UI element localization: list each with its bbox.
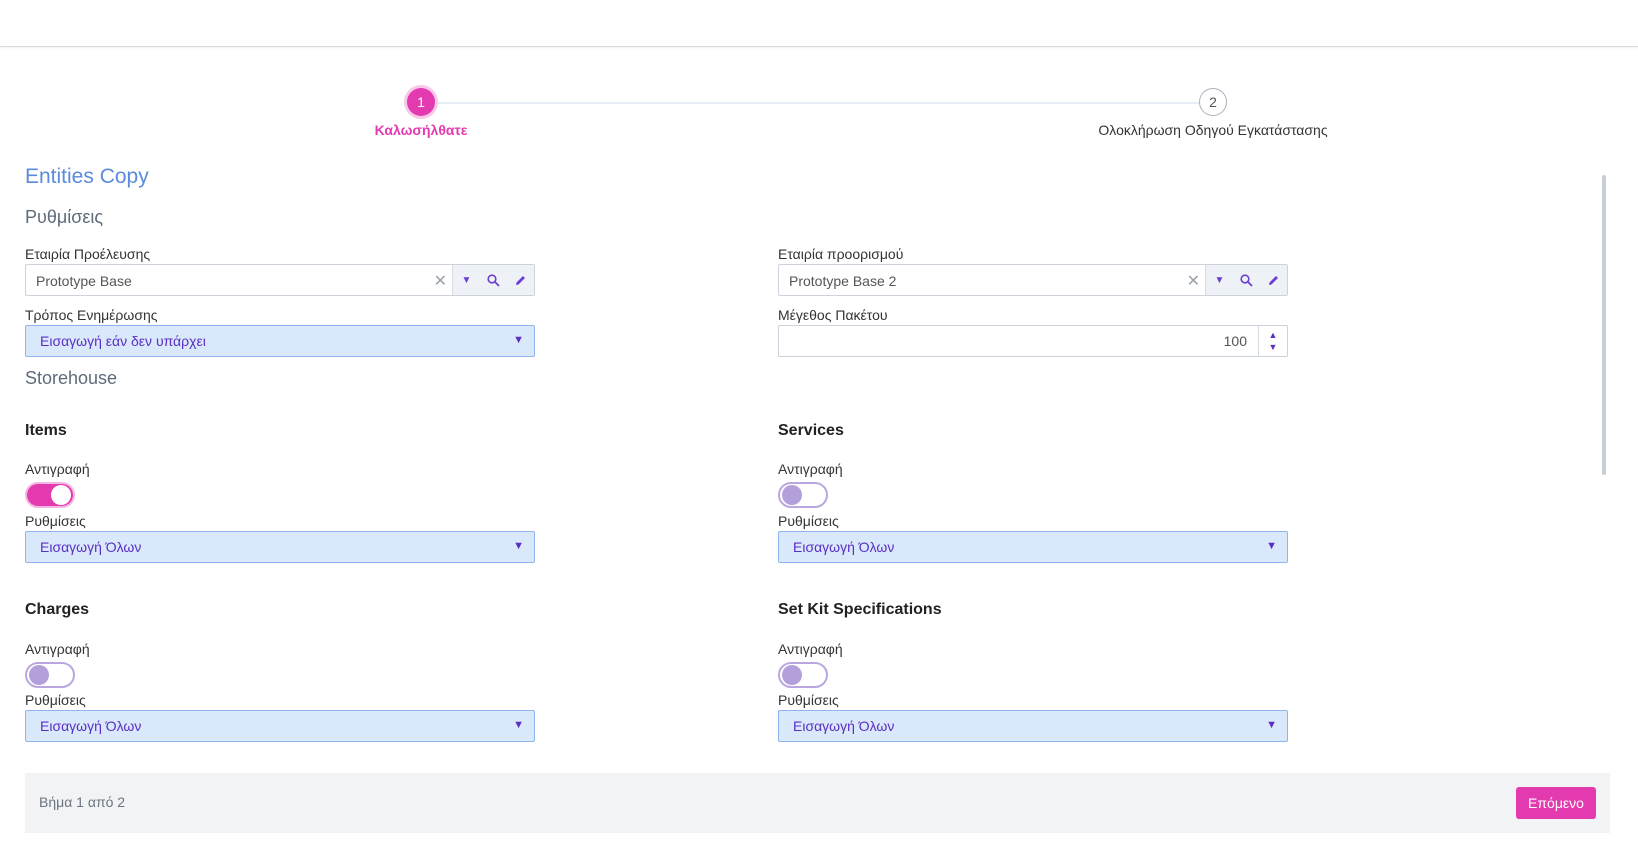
- chevron-down-icon: ▼: [513, 540, 524, 552]
- target-company-label: Εταιρία προορισμού: [778, 246, 904, 262]
- target-company-lookup[interactable]: Prototype Base 2 ✕ ▼: [778, 264, 1288, 296]
- services-copy-toggle[interactable]: [778, 482, 828, 508]
- services-settings-value: Εισαγωγή Όλων: [793, 539, 895, 555]
- set-kit-settings-select[interactable]: Εισαγωγή Όλων ▼: [778, 710, 1288, 742]
- step-1-number: 1: [407, 88, 435, 116]
- toggle-knob: [51, 485, 71, 505]
- charges-settings-value: Εισαγωγή Όλων: [40, 718, 142, 734]
- pencil-icon[interactable]: [1260, 265, 1287, 295]
- source-company-lookup[interactable]: Prototype Base ✕ ▼: [25, 264, 535, 296]
- set-kit-copy-label: Αντιγραφή: [778, 641, 843, 657]
- source-company-value: Prototype Base: [36, 273, 132, 289]
- batch-size-label: Μέγεθος Πακέτου: [778, 307, 888, 323]
- step-2-number: 2: [1199, 88, 1227, 116]
- services-copy-label: Αντιγραφή: [778, 461, 843, 477]
- top-bar: [0, 0, 1638, 47]
- dropdown-icon[interactable]: ▼: [453, 265, 480, 295]
- services-settings-label: Ρυθμίσεις: [778, 513, 839, 529]
- page-title: Entities Copy: [25, 165, 149, 188]
- set-kit-settings-value: Εισαγωγή Όλων: [793, 718, 895, 734]
- update-mode-label: Τρόπος Ενημέρωσης: [25, 307, 158, 323]
- wizard-stepper: 1 Καλωσήλθατε 2 Ολοκλήρωση Οδηγού Εγκατά…: [0, 80, 1638, 150]
- set-kit-copy-toggle[interactable]: [778, 662, 828, 688]
- toggle-knob: [782, 485, 802, 505]
- items-copy-label: Αντιγραφή: [25, 461, 90, 477]
- toggle-knob: [29, 665, 49, 685]
- chevron-down-icon: ▼: [513, 334, 524, 346]
- set-kit-settings-label: Ρυθμίσεις: [778, 692, 839, 708]
- update-mode-select[interactable]: Εισαγωγή εάν δεν υπάρχει ▼: [25, 325, 535, 357]
- batch-size-input[interactable]: 100 ▲ ▼: [778, 325, 1288, 357]
- step-2-label: Ολοκλήρωση Οδηγού Εγκατάστασης: [1098, 122, 1328, 138]
- group-title-items: Items: [25, 422, 67, 439]
- settings-section-title: Ρυθμίσεις: [25, 207, 104, 227]
- batch-size-value: 100: [1223, 333, 1247, 349]
- spin-up-icon[interactable]: ▲: [1269, 329, 1278, 341]
- items-settings-value: Εισαγωγή Όλων: [40, 539, 142, 555]
- charges-copy-label: Αντιγραφή: [25, 641, 90, 657]
- target-company-value: Prototype Base 2: [789, 273, 897, 289]
- items-settings-label: Ρυθμίσεις: [25, 513, 86, 529]
- chevron-down-icon: ▼: [513, 719, 524, 731]
- storehouse-section-title: Storehouse: [25, 368, 118, 388]
- update-mode-value: Εισαγωγή εάν δεν υπάρχει: [40, 333, 206, 349]
- chevron-down-icon: ▼: [1266, 540, 1277, 552]
- dropdown-icon[interactable]: ▼: [1206, 265, 1233, 295]
- charges-copy-toggle[interactable]: [25, 662, 75, 688]
- services-settings-select[interactable]: Εισαγωγή Όλων ▼: [778, 531, 1288, 563]
- search-icon[interactable]: [480, 265, 507, 295]
- form-content: Entities Copy Ρυθμίσεις Εταιρία Προέλευσ…: [25, 165, 1610, 770]
- spin-down-icon[interactable]: ▼: [1269, 341, 1278, 353]
- pencil-icon[interactable]: [507, 265, 534, 295]
- step-counter: Βήμα 1 από 2: [39, 794, 126, 810]
- items-settings-select[interactable]: Εισαγωγή Όλων ▼: [25, 531, 535, 563]
- step-2[interactable]: 2 Ολοκλήρωση Οδηγού Εγκατάστασης: [1048, 88, 1378, 138]
- items-copy-toggle[interactable]: [25, 482, 75, 508]
- step-1[interactable]: 1 Καλωσήλθατε: [256, 88, 586, 138]
- wizard-footer: Βήμα 1 από 2 Επόμενο: [25, 773, 1610, 833]
- group-title-charges: Charges: [25, 601, 90, 618]
- batch-size-stepper[interactable]: ▲ ▼: [1258, 326, 1287, 356]
- source-company-label: Εταιρία Προέλευσης: [25, 246, 151, 262]
- next-button[interactable]: Επόμενο: [1516, 787, 1596, 819]
- toggle-knob: [782, 665, 802, 685]
- group-title-services: Services: [778, 422, 844, 439]
- chevron-down-icon: ▼: [1266, 719, 1277, 731]
- charges-settings-select[interactable]: Εισαγωγή Όλων ▼: [25, 710, 535, 742]
- group-title-set-kit: Set Kit Specifications: [778, 601, 942, 618]
- step-1-label: Καλωσήλθατε: [374, 122, 468, 138]
- clear-icon[interactable]: ✕: [1187, 271, 1200, 291]
- search-icon[interactable]: [1233, 265, 1260, 295]
- clear-icon[interactable]: ✕: [434, 271, 447, 291]
- charges-settings-label: Ρυθμίσεις: [25, 692, 86, 708]
- scrollbar[interactable]: [1602, 175, 1606, 475]
